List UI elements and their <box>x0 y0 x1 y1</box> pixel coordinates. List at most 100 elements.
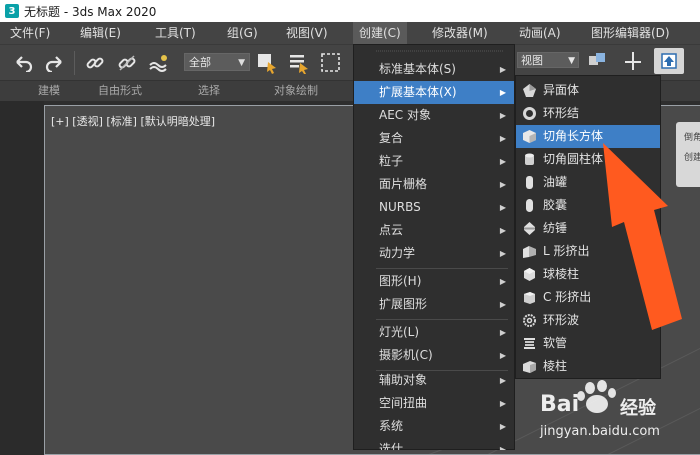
submenu-item-hedra[interactable]: 异面体 <box>516 79 660 102</box>
menu-item-dynamics[interactable]: 动力学 ▶ <box>354 242 514 265</box>
link-button[interactable] <box>84 52 106 74</box>
menu-modifiers[interactable]: 修改器(M) <box>426 22 494 44</box>
reference-coordinate-dropdown[interactable]: 视图 ▼ <box>517 52 579 68</box>
submenu-item-ring-wave[interactable]: 环形波 <box>516 309 660 332</box>
tab-object-paint[interactable]: 对象绘制 <box>274 81 318 101</box>
menu-item-shapes[interactable]: 图形(H) ▶ <box>354 270 514 293</box>
submenu-arrow-icon: ▶ <box>499 445 506 450</box>
submenu-arrow-icon: ▶ <box>499 328 506 337</box>
menu-edit[interactable]: 编辑(E) <box>74 22 127 44</box>
submenu-arrow-icon: ▶ <box>499 226 506 235</box>
undo-icon <box>16 56 33 72</box>
menu-item-helpers[interactable]: 辅助对象 ▶ <box>354 369 514 392</box>
select-object-icon <box>258 54 276 74</box>
submenu-item-hose[interactable]: 软管 <box>516 332 660 355</box>
menu-item-label: 空间扭曲 <box>379 396 428 410</box>
submenu-item-chamfer-cylinder[interactable]: 切角圆柱体 <box>516 148 660 171</box>
menu-create[interactable]: 创建(C) <box>353 22 407 44</box>
menu-graph-editors[interactable]: 图形编辑器(D) <box>585 22 676 44</box>
submenu-item-prism[interactable]: 棱柱 <box>516 355 660 378</box>
menu-item-compound[interactable]: 复合 ▶ <box>354 127 514 150</box>
redo-button[interactable] <box>44 52 66 74</box>
gengon-icon <box>524 268 535 281</box>
menu-item-lights[interactable]: 灯光(L) ▶ <box>354 321 514 344</box>
submenu-item-c-ext[interactable]: C 形挤出 <box>516 286 660 309</box>
submenu-item-l-ext[interactable]: L 形挤出 <box>516 240 660 263</box>
menu-item-patch-grids[interactable]: 面片栅格 ▶ <box>354 173 514 196</box>
selection-filter-value: 全部 <box>189 56 211 69</box>
rectangular-selection-button[interactable] <box>320 52 342 74</box>
watermark-brand-2: 经验 <box>620 398 656 419</box>
tooltip-line-1: 倒角 <box>684 133 700 143</box>
menu-separator <box>376 319 508 320</box>
menu-item-nurbs[interactable]: NURBS ▶ <box>354 196 514 219</box>
title-bar: 3 无标题 - 3ds Max 2020 <box>0 0 700 22</box>
menu-item-aec-objects[interactable]: AEC 对象 ▶ <box>354 104 514 127</box>
toolbar-separator <box>74 51 75 75</box>
ring-wave-icon <box>523 314 536 327</box>
submenu-item-chamfer-box[interactable]: 切角长方体 <box>516 125 660 148</box>
menu-item-extended-primitives[interactable]: 扩展基本体(X) ▶ <box>354 81 514 104</box>
menu-item-cameras[interactable]: 摄影机(C) ▶ <box>354 344 514 367</box>
select-by-name-button[interactable] <box>288 52 310 74</box>
menu-item-systems[interactable]: 系统 ▶ <box>354 415 514 438</box>
menu-item-label: 复合 <box>379 131 404 145</box>
menu-item-label: 点云 <box>379 223 404 237</box>
bind-spacewarp-button[interactable] <box>148 52 170 74</box>
unlink-icon <box>118 55 136 71</box>
menu-item-label: 粒子 <box>379 154 404 168</box>
mirror-button[interactable] <box>622 50 644 72</box>
submenu-arrow-icon: ▶ <box>499 65 506 74</box>
submenu-item-label: 异面体 <box>543 83 580 97</box>
submenu-arrow-icon: ▶ <box>499 180 506 189</box>
tab-selection[interactable]: 选择 <box>198 81 220 101</box>
menu-tools[interactable]: 工具(T) <box>149 22 202 44</box>
submenu-item-gengon[interactable]: 球棱柱 <box>516 263 660 286</box>
viewport-label[interactable]: [+] [透视] [标准] [默认明暗处理] <box>51 113 215 129</box>
window-title: 无标题 - 3ds Max 2020 <box>24 4 157 19</box>
submenu-item-spindle[interactable]: 纺锤 <box>516 217 660 240</box>
menu-item-standard-primitives[interactable]: 标准基本体(S) ▶ <box>354 58 514 81</box>
align-up-icon <box>661 53 677 69</box>
tab-modeling[interactable]: 建模 <box>38 81 60 101</box>
watermark-url: jingyan.baidu.com <box>540 424 660 439</box>
submenu-item-label: 软管 <box>543 336 568 350</box>
menu-item-extended-shapes[interactable]: 扩展图形 ▶ <box>354 293 514 316</box>
submenu-item-label: L 形挤出 <box>543 244 590 258</box>
menu-file[interactable]: 文件(F) <box>4 22 56 44</box>
menu-item-label: 灯光(L) <box>379 325 420 339</box>
menu-item-particles[interactable]: 粒子 ▶ <box>354 150 514 173</box>
menu-item-label: 标准基本体(S) <box>379 62 456 76</box>
tab-freeform[interactable]: 自由形式 <box>98 81 142 101</box>
submenu-item-label: 纺锤 <box>543 221 568 235</box>
menu-item-label: 面片栅格 <box>379 177 428 191</box>
undo-button[interactable] <box>12 52 34 74</box>
redo-icon <box>45 56 62 72</box>
unlink-button[interactable] <box>116 52 138 74</box>
submenu-arrow-icon: ▶ <box>499 277 506 286</box>
rectangular-selection-icon <box>321 53 340 72</box>
menu-group[interactable]: 组(G) <box>221 22 264 44</box>
menu-animation[interactable]: 动画(A) <box>513 22 567 44</box>
c-ext-icon <box>524 292 535 304</box>
align-button[interactable] <box>654 48 684 74</box>
select-object-button[interactable] <box>256 52 278 74</box>
spindle-icon <box>524 222 535 235</box>
submenu-item-torus-knot[interactable]: 环形结 <box>516 102 660 125</box>
pivot-center-button[interactable] <box>586 50 608 72</box>
submenu-arrow-icon: ▶ <box>499 399 506 408</box>
menu-item-selection[interactable]: 选仕 ▶ <box>354 438 514 450</box>
link-icon <box>86 57 104 69</box>
menu-views[interactable]: 视图(V) <box>280 22 334 44</box>
submenu-item-oil-tank[interactable]: 油罐 <box>516 171 660 194</box>
selection-filter-dropdown[interactable]: 全部 ▼ <box>184 53 250 71</box>
extended-primitives-submenu: 异面体 环形结 切角长方体 切角圆柱体 油罐 胶囊 纺锤 L 形挤出 球棱柱 C… <box>515 75 661 379</box>
menu-item-label: NURBS <box>379 200 421 214</box>
submenu-arrow-icon: ▶ <box>499 157 506 166</box>
menu-bar: 文件(F) 编辑(E) 工具(T) 组(G) 视图(V) 创建(C) 修改器(M… <box>0 22 700 44</box>
menu-item-space-warps[interactable]: 空间扭曲 ▶ <box>354 392 514 415</box>
submenu-item-capsule[interactable]: 胶囊 <box>516 194 660 217</box>
reference-coordinate-value: 视图 <box>521 54 543 67</box>
menu-item-label: 系统 <box>379 419 404 433</box>
menu-item-point-cloud[interactable]: 点云 ▶ <box>354 219 514 242</box>
